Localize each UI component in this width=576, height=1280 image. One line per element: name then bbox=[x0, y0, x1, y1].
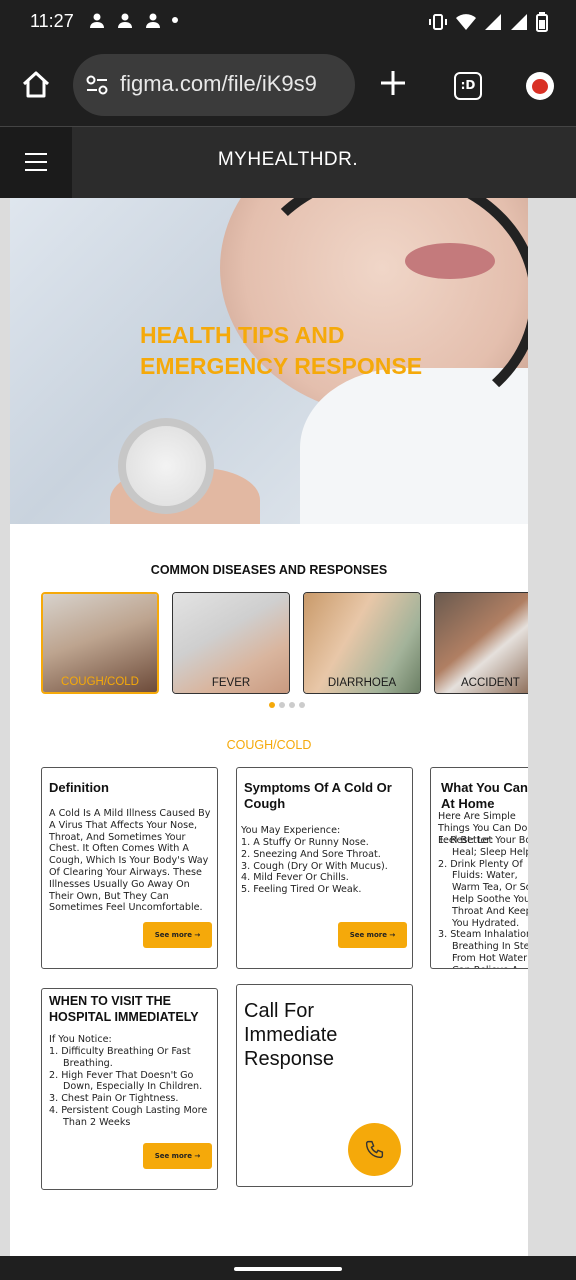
list-item: 2. Drink Plenty Of Fluids: Water, Warm T… bbox=[438, 858, 528, 929]
disease-card-label: COUGH/COLD bbox=[61, 676, 139, 688]
pagination-dot-active[interactable] bbox=[269, 702, 275, 708]
home-care-list: 1. Rest: Let Your Body Heal; Sleep Helps… bbox=[438, 835, 528, 968]
symptoms-card: Symptoms Of A Cold Or Cough You May Expe… bbox=[236, 767, 413, 969]
status-bar: 11:27 bbox=[0, 0, 576, 44]
diseases-heading: COMMON DISEASES AND RESPONSES bbox=[150, 563, 388, 577]
home-icon[interactable] bbox=[20, 69, 52, 101]
hero-banner: HEALTH TIPS AND EMERGENCY RESPONSE bbox=[10, 198, 528, 524]
list-item: 2. High Fever That Doesn't Go Down, Espe… bbox=[49, 1069, 203, 1093]
symptoms-list: 1. A Stuffy Or Runny Nose. 2. Sneezing A… bbox=[241, 837, 388, 896]
disease-card-cough-cold[interactable]: COUGH/COLD bbox=[41, 592, 159, 694]
symptoms-intro: You May Experience: bbox=[241, 825, 341, 836]
url-bar[interactable]: figma.com/file/iK9s9 bbox=[73, 54, 355, 116]
stethoscope-image bbox=[240, 198, 528, 428]
hero-title: HEALTH TIPS AND EMERGENCY RESPONSE bbox=[140, 322, 423, 379]
home-care-title: What You Can Do At Home bbox=[441, 780, 528, 811]
disease-carousel[interactable]: COUGH/COLD FEVER DIARRHOEA ACCIDENT bbox=[41, 592, 528, 694]
person-notification-icon bbox=[88, 12, 106, 30]
app-header: MYHEALTHDR. bbox=[0, 126, 576, 198]
page-viewport[interactable]: HEALTH TIPS AND EMERGENCY RESPONSE COMMON… bbox=[0, 198, 576, 1256]
list-item: 2. Sneezing And Sore Throat. bbox=[241, 848, 381, 860]
list-item: 3. Cough (Dry Or With Mucus). bbox=[241, 860, 388, 872]
call-card: Call For Immediate Response bbox=[236, 984, 413, 1187]
disease-card-accident[interactable]: ACCIDENT bbox=[434, 592, 528, 694]
hospital-title: WHEN TO VISIT THE HOSPITAL IMMEDIATELY bbox=[49, 994, 199, 1024]
list-item: 1. A Stuffy Or Runny Nose. bbox=[241, 837, 369, 848]
disease-card-label: ACCIDENT bbox=[461, 677, 520, 689]
status-time: 11:27 bbox=[30, 11, 74, 31]
phone-icon bbox=[365, 1140, 384, 1159]
brand-title: MYHEALTHDR. bbox=[217, 149, 359, 170]
pagination-dot[interactable] bbox=[279, 702, 285, 708]
see-more-button[interactable]: See more → bbox=[143, 922, 212, 948]
hospital-list: 1. Difficulty Breathing Or Fast Breathin… bbox=[49, 1046, 209, 1129]
browser-toolbar: figma.com/file/iK9s9 :D bbox=[0, 44, 576, 126]
wifi-icon bbox=[456, 13, 476, 35]
notification-icons bbox=[88, 12, 162, 30]
definition-title: Definition bbox=[49, 780, 109, 795]
tab-switcher-button[interactable]: :D bbox=[454, 72, 482, 100]
hospital-card: WHEN TO VISIT THE HOSPITAL IMMEDIATELY I… bbox=[41, 988, 218, 1190]
list-item: 5. Feeling Tired Or Weak. bbox=[241, 884, 362, 896]
site-settings-icon[interactable] bbox=[85, 74, 109, 96]
list-item: 3. Steam Inhalation: Breathing In Steam … bbox=[438, 929, 528, 968]
list-item: 1. Difficulty Breathing Or Fast Breathin… bbox=[49, 1046, 191, 1069]
home-gesture-handle[interactable] bbox=[234, 1267, 342, 1271]
symptoms-title: Symptoms Of A Cold Or Cough bbox=[244, 780, 392, 811]
list-item: 3. Chest Pain Or Tightness. bbox=[49, 1093, 179, 1105]
see-more-button[interactable]: See more → bbox=[143, 1143, 212, 1169]
vibrate-icon bbox=[428, 13, 448, 35]
hamburger-icon bbox=[25, 153, 47, 155]
call-title: Call For Immediate Response bbox=[244, 1000, 338, 1070]
battery-icon bbox=[536, 12, 548, 36]
definition-body: A Cold Is A Mild Illness Caused By A Vir… bbox=[49, 808, 211, 914]
gesture-nav-bar bbox=[0, 1256, 576, 1280]
disease-card-label: DIARRHOEA bbox=[327, 677, 397, 689]
menu-button[interactable] bbox=[0, 127, 72, 198]
person-notification-icon bbox=[116, 12, 134, 30]
signal-icon bbox=[510, 13, 528, 35]
page-content: HEALTH TIPS AND EMERGENCY RESPONSE COMMON… bbox=[10, 198, 528, 1256]
update-available-icon[interactable] bbox=[526, 72, 554, 100]
disease-card-fever[interactable]: FEVER bbox=[172, 592, 290, 694]
disease-card-label: FEVER bbox=[211, 677, 251, 689]
definition-card: Definition A Cold Is A Mild Illness Caus… bbox=[41, 767, 218, 969]
pagination-dot[interactable] bbox=[289, 702, 295, 708]
disease-card-diarrhoea[interactable]: DIARRHOEA bbox=[303, 592, 421, 694]
list-item: 4. Persistent Cough Lasting More Than 2 … bbox=[49, 1104, 208, 1128]
list-item: 4. Mild Fever Or Chills. bbox=[241, 872, 349, 884]
selected-disease-title: COUGH/COLD bbox=[226, 738, 312, 752]
url-text: figma.com/file/iK9s9 bbox=[120, 71, 317, 96]
carousel-pagination bbox=[269, 702, 305, 708]
stethoscope-chestpiece bbox=[118, 418, 214, 514]
pagination-dot[interactable] bbox=[299, 702, 305, 708]
system-icons bbox=[428, 12, 548, 36]
signal-icon bbox=[484, 13, 502, 35]
list-item: 1. Rest: Let Your Body Heal; Sleep Helps… bbox=[438, 835, 528, 858]
home-care-card: What You Can Do At Home Here Are Simple … bbox=[430, 767, 528, 969]
more-notifications-dot bbox=[172, 17, 178, 23]
hospital-intro: If You Notice: bbox=[49, 1034, 112, 1045]
person-notification-icon bbox=[144, 12, 162, 30]
see-more-button[interactable]: See more → bbox=[338, 922, 407, 948]
new-tab-icon[interactable] bbox=[378, 68, 408, 98]
call-button[interactable] bbox=[348, 1123, 401, 1176]
